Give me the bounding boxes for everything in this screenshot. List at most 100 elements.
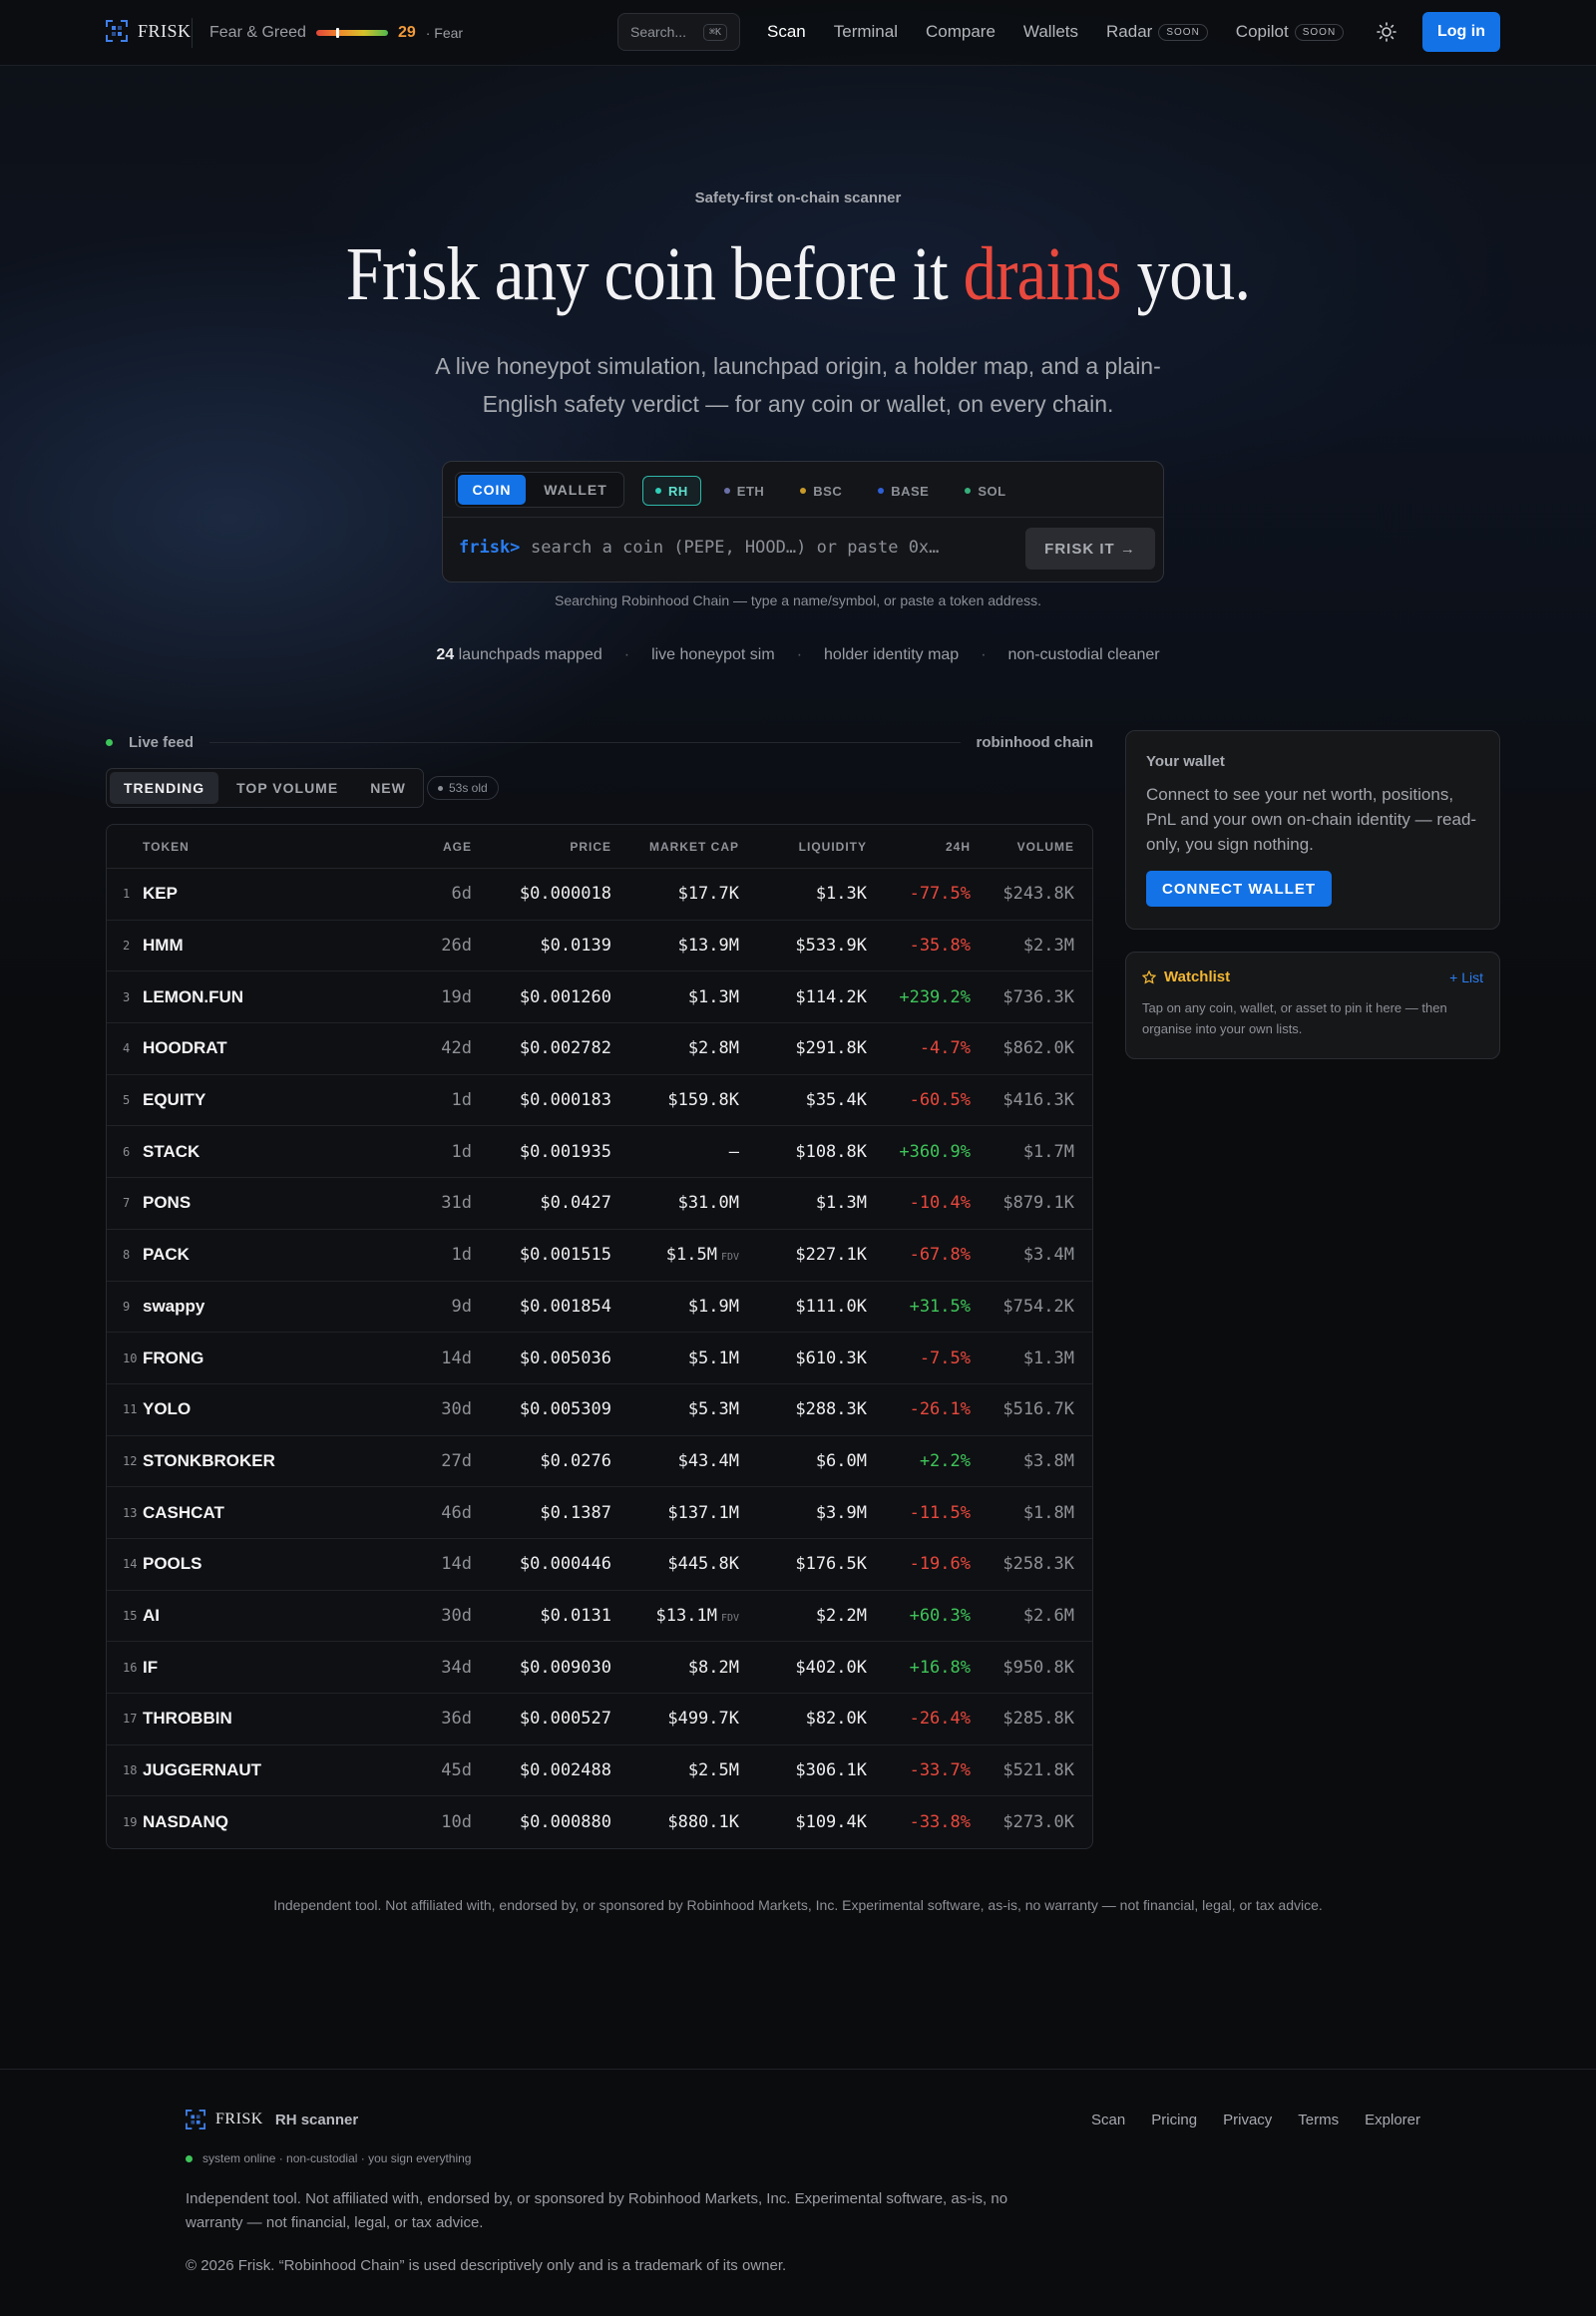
feature-separator: · — [623, 646, 630, 663]
row-age: 10d — [441, 1812, 472, 1833]
table-row[interactable]: 11 YOLO 30d $0.005309 $5.3M $288.3K -26.1% $516… — [107, 1384, 1092, 1436]
chain-option-eth[interactable]: ETH — [711, 476, 778, 506]
footer-link-scan[interactable]: Scan — [1091, 2112, 1125, 2128]
soon-badge: SOON — [1294, 24, 1345, 42]
mode-wallet-button[interactable]: WALLET — [530, 475, 621, 505]
row-age: 46d — [441, 1502, 472, 1523]
table-row[interactable]: 2 HMM 26d $0.0139 $13.9M $533.9K -35.8% $2.3M — [107, 921, 1092, 972]
logo[interactable]: FRISK — [106, 20, 192, 42]
nav-link-item[interactable]: Copilot SOON — [1236, 22, 1345, 42]
header-market-cap[interactable]: MARKET CAP — [611, 840, 739, 854]
table-row[interactable]: 18 JUGGERNAUT 45d $0.002488 $2.5M $306.1K -33.… — [107, 1745, 1092, 1797]
row-market-cap: $159.8K — [611, 1090, 739, 1110]
nav-link-item[interactable]: Radar SOON — [1106, 22, 1208, 42]
connect-wallet-button[interactable]: CONNECT WALLET — [1146, 871, 1332, 907]
row-volume: $416.3K — [1002, 1090, 1074, 1111]
row-age: 45d — [441, 1760, 472, 1781]
header-volume[interactable]: VOLUME — [971, 840, 1074, 854]
table-row[interactable]: 7 PONS 31d $0.0427 $31.0M $1.3M -10.4% $879.1K — [107, 1178, 1092, 1230]
live-feed-label: Live feed — [129, 733, 195, 751]
footer-link-privacy[interactable]: Privacy — [1223, 2112, 1272, 2128]
frisk-logo-icon — [186, 2110, 205, 2129]
table-row[interactable]: 15 AI 30d $0.0131 $13.1M FDV $2.2M +60.3% $2.6M — [107, 1591, 1092, 1643]
table-row[interactable]: 9 swappy 9d $0.001854 $1.9M $111.0K +31.5% $754… — [107, 1282, 1092, 1334]
chain-option-sol[interactable]: SOL — [952, 476, 1018, 506]
row-market-cap-value: $499.7K — [667, 1709, 739, 1730]
row-age: 19d — [441, 986, 472, 1007]
table-row[interactable]: 4 HOODRAT 42d $0.002782 $2.8M $291.8K -4.7% $86… — [107, 1023, 1092, 1075]
tab-top-volume[interactable]: TOP VOLUME — [222, 772, 352, 804]
footer-status-text: system online · non-custodial · you sign… — [202, 2151, 472, 2165]
header-token[interactable]: TOKEN — [143, 840, 382, 854]
table-row[interactable]: 17 THROBBIN 36d $0.000527 $499.7K $82.0K -26.4… — [107, 1694, 1092, 1745]
chain-label: BASE — [891, 483, 930, 499]
nav-link-label: Scan — [767, 22, 806, 41]
nav-link-item[interactable]: Wallets — [1023, 22, 1078, 42]
star-icon — [1142, 969, 1156, 984]
row-liquidity: $402.0K — [795, 1657, 867, 1678]
row-price: $0.000183 — [519, 1090, 611, 1111]
table-row[interactable]: 16 IF 34d $0.009030 $8.2M $402.0K +16.8% $950.8… — [107, 1642, 1092, 1694]
fear-greed-indicator[interactable]: Fear & Greed 29 · Fear — [209, 24, 463, 42]
row-volume: $2.6M — [1022, 1605, 1074, 1626]
table-row[interactable]: 19 NASDANQ 10d $0.000880 $880.1K $109.4K -33.8… — [107, 1796, 1092, 1848]
row-price: $0.000527 — [519, 1709, 611, 1730]
row-price: $0.000880 — [519, 1812, 611, 1833]
chain-option-bsc[interactable]: BSC — [787, 476, 855, 506]
row-price: $0.001854 — [519, 1296, 611, 1317]
table-row[interactable]: 10 FRONG 14d $0.005036 $5.1M $610.3K -7.5% $1.3… — [107, 1333, 1092, 1384]
theme-toggle-sun-icon[interactable] — [1377, 22, 1396, 42]
chain-option-rh[interactable]: RH — [642, 476, 701, 506]
feed-chain-label: robinhood chain — [976, 733, 1094, 751]
launchpad-count: 24 — [436, 646, 455, 663]
login-button[interactable]: Log in — [1422, 12, 1500, 52]
footer-link-terms[interactable]: Terms — [1298, 2112, 1339, 2128]
hero-headline: Frisk any coin before it drains you. — [96, 231, 1500, 318]
search-input[interactable]: search a coin (PEPE, HOOD…) or paste 0x… — [531, 538, 939, 558]
footer-link-pricing[interactable]: Pricing — [1151, 2112, 1197, 2128]
table-row[interactable]: 8 PACK 1d $0.001515 $1.5M FDV $227.1K -67.8% $3.… — [107, 1230, 1092, 1282]
row-price: $0.005309 — [519, 1399, 611, 1420]
row-volume: $1.7M — [1022, 1141, 1074, 1162]
footer-links: Scan Pricing Privacy Terms Explorer — [1091, 2112, 1420, 2128]
nav-link-item[interactable]: Terminal — [834, 22, 898, 42]
table-row[interactable]: 1 KEP 6d $0.000018 $17.7K $1.3K -77.5% $243.8K — [107, 869, 1092, 921]
row-rank: 2 — [123, 939, 131, 954]
table-row[interactable]: 13 CASHCAT 46d $0.1387 $137.1M $3.9M -11.5% $1.… — [107, 1487, 1092, 1539]
table-row[interactable]: 14 POOLS 14d $0.000446 $445.8K $176.5K -19.6% $… — [107, 1539, 1092, 1591]
mode-coin-button[interactable]: COIN — [458, 475, 526, 505]
table-row[interactable]: 3 LEMON.FUN 19d $0.001260 $1.3M $114.2K +239.2… — [107, 971, 1092, 1024]
nav-search-button[interactable]: Search... ⌘K — [617, 13, 740, 51]
tab-trending[interactable]: TRENDING — [110, 772, 219, 804]
row-age: 27d — [441, 1450, 472, 1471]
row-age: 31d — [441, 1193, 472, 1214]
header-age[interactable]: AGE — [382, 840, 472, 854]
row-liquidity: $114.2K — [795, 986, 867, 1007]
row-market-cap-value: $880.1K — [667, 1812, 739, 1833]
hero-subtitle: A live honeypot simulation, launchpad or… — [435, 353, 1161, 417]
chain-option-base[interactable]: BASE — [865, 476, 942, 506]
status-dot — [186, 2154, 193, 2162]
frisk-it-button[interactable]: FRISK IT → — [1025, 528, 1155, 570]
row-token: AI — [143, 1605, 160, 1625]
nav-link-item[interactable]: Compare — [926, 22, 996, 42]
row-age: 30d — [441, 1605, 472, 1626]
fdv-tag: FDV — [720, 1252, 739, 1264]
header-24h[interactable]: 24H — [867, 840, 971, 854]
chain-dot-icon — [878, 488, 885, 494]
header-price[interactable]: PRICE — [472, 840, 611, 854]
header-liquidity[interactable]: LIQUIDITY — [739, 840, 867, 854]
tab-new[interactable]: NEW — [356, 772, 420, 804]
footer-logo[interactable]: FRISK RH scanner — [186, 2110, 358, 2129]
footer-link-explorer[interactable]: Explorer — [1365, 2112, 1420, 2128]
table-row[interactable]: 6 STACK 1d $0.001935 — $108.8K +360.9% $1.7M — [107, 1126, 1092, 1179]
table-row[interactable]: 12 STONKBROKER 27d $0.0276 $43.4M $6.0M +2.2% $… — [107, 1436, 1092, 1488]
nav-link-scan[interactable]: Scan — [767, 22, 806, 42]
nav-link-label: Terminal — [833, 22, 898, 41]
table-body: 1 KEP 6d $0.000018 $17.7K $1.3K -77.5% $243.8K 2… — [107, 869, 1092, 1848]
row-change: +60.3% — [909, 1605, 971, 1626]
add-list-button[interactable]: + List — [1449, 969, 1483, 985]
table-row[interactable]: 5 EQUITY 1d $0.000183 $159.8K $35.4K -60.5% $41… — [107, 1075, 1092, 1127]
row-volume: $736.3K — [1002, 986, 1074, 1007]
logo-text: FRISK — [138, 20, 192, 41]
